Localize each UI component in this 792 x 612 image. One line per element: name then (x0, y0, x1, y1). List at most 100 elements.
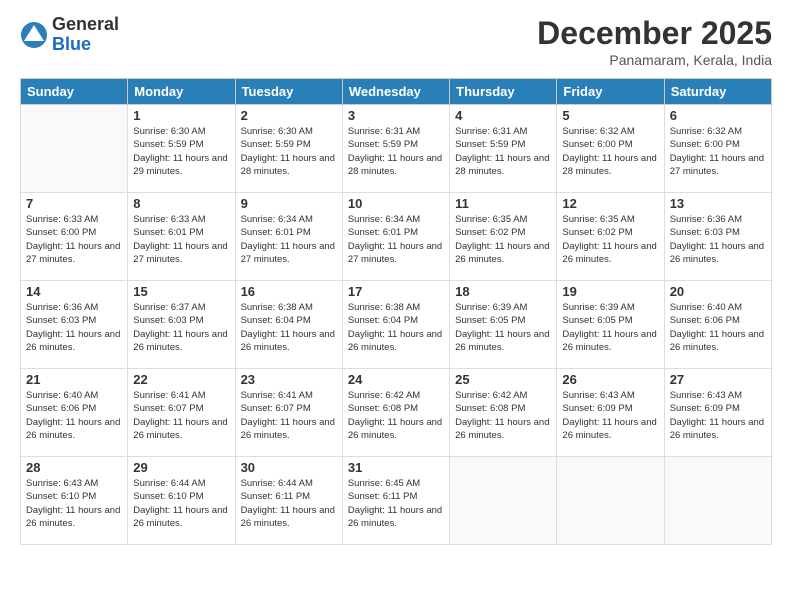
table-row: 24 Sunrise: 6:42 AMSunset: 6:08 PMDayligh… (342, 369, 449, 457)
day-info: Sunrise: 6:31 AMSunset: 5:59 PMDaylight:… (348, 125, 444, 178)
day-info: Sunrise: 6:34 AMSunset: 6:01 PMDaylight:… (241, 213, 337, 266)
day-info: Sunrise: 6:43 AMSunset: 6:09 PMDaylight:… (562, 389, 658, 442)
table-row (557, 457, 664, 545)
table-row: 30 Sunrise: 6:44 AMSunset: 6:11 PMDayligh… (235, 457, 342, 545)
day-number: 30 (241, 460, 337, 475)
table-row (21, 105, 128, 193)
day-info: Sunrise: 6:36 AMSunset: 6:03 PMDaylight:… (670, 213, 766, 266)
logo-general-text: General (52, 15, 119, 35)
day-info: Sunrise: 6:43 AMSunset: 6:09 PMDaylight:… (670, 389, 766, 442)
table-row: 7Sunrise: 6:33 AMSunset: 6:00 PMDaylight… (21, 193, 128, 281)
day-number: 16 (241, 284, 337, 299)
table-row: 2Sunrise: 6:30 AMSunset: 5:59 PMDaylight… (235, 105, 342, 193)
day-info: Sunrise: 6:42 AMSunset: 6:08 PMDaylight:… (348, 389, 444, 442)
calendar-table: Sunday Monday Tuesday Wednesday Thursday… (20, 78, 772, 545)
day-number: 12 (562, 196, 658, 211)
table-row: 20Sunrise: 6:40 AMSunset: 6:06 PMDayligh… (664, 281, 771, 369)
header-tuesday: Tuesday (235, 79, 342, 105)
day-info: Sunrise: 6:41 AMSunset: 6:07 PMDaylight:… (241, 389, 337, 442)
day-number: 15 (133, 284, 229, 299)
table-row: 29 Sunrise: 6:44 AMSunset: 6:10 PMDayligh… (128, 457, 235, 545)
day-info: Sunrise: 6:44 AMSunset: 6:10 PMDaylight:… (133, 477, 229, 530)
table-row (664, 457, 771, 545)
calendar-week-row: 21Sunrise: 6:40 AMSunset: 6:06 PMDayligh… (21, 369, 772, 457)
day-info: Sunrise: 6:38 AMSunset: 6:04 PMDaylight:… (241, 301, 337, 354)
day-number: 5 (562, 108, 658, 123)
day-number: 28 (26, 460, 122, 475)
day-info: Sunrise: 6:43 AMSunset: 6:10 PMDaylight:… (26, 477, 122, 530)
day-number: 24 (348, 372, 444, 387)
day-number: 18 (455, 284, 551, 299)
day-info: Sunrise: 6:31 AMSunset: 5:59 PMDaylight:… (455, 125, 551, 178)
table-row: 9 Sunrise: 6:34 AMSunset: 6:01 PMDaylight… (235, 193, 342, 281)
day-number: 26 (562, 372, 658, 387)
calendar-page: General Blue December 2025 Panamaram, Ke… (0, 0, 792, 612)
day-number: 9 (241, 196, 337, 211)
header-saturday: Saturday (664, 79, 771, 105)
calendar-week-row: 7Sunrise: 6:33 AMSunset: 6:00 PMDaylight… (21, 193, 772, 281)
day-info: Sunrise: 6:42 AMSunset: 6:08 PMDaylight:… (455, 389, 551, 442)
table-row: 17Sunrise: 6:38 AMSunset: 6:04 PMDayligh… (342, 281, 449, 369)
day-info: Sunrise: 6:40 AMSunset: 6:06 PMDaylight:… (26, 389, 122, 442)
day-number: 8 (133, 196, 229, 211)
table-row: 10 Sunrise: 6:34 AMSunset: 6:01 PMDayligh… (342, 193, 449, 281)
day-number: 23 (241, 372, 337, 387)
month-title: December 2025 (537, 15, 772, 52)
day-number: 31 (348, 460, 444, 475)
day-info: Sunrise: 6:44 AMSunset: 6:11 PMDaylight:… (241, 477, 337, 530)
table-row: 16 Sunrise: 6:38 AMSunset: 6:04 PMDayligh… (235, 281, 342, 369)
day-number: 2 (241, 108, 337, 123)
header-friday: Friday (557, 79, 664, 105)
table-row: 19Sunrise: 6:39 AMSunset: 6:05 PMDayligh… (557, 281, 664, 369)
logo: General Blue (20, 15, 119, 55)
table-row: 18 Sunrise: 6:39 AMSunset: 6:05 PMDayligh… (450, 281, 557, 369)
day-info: Sunrise: 6:35 AMSunset: 6:02 PMDaylight:… (455, 213, 551, 266)
table-row: 26 Sunrise: 6:43 AMSunset: 6:09 PMDayligh… (557, 369, 664, 457)
header-wednesday: Wednesday (342, 79, 449, 105)
table-row: 23 Sunrise: 6:41 AMSunset: 6:07 PMDayligh… (235, 369, 342, 457)
table-row: 21Sunrise: 6:40 AMSunset: 6:06 PMDayligh… (21, 369, 128, 457)
day-number: 13 (670, 196, 766, 211)
day-info: Sunrise: 6:39 AMSunset: 6:05 PMDaylight:… (562, 301, 658, 354)
day-number: 4 (455, 108, 551, 123)
header-thursday: Thursday (450, 79, 557, 105)
table-row: 1Sunrise: 6:30 AMSunset: 5:59 PMDaylight… (128, 105, 235, 193)
day-number: 1 (133, 108, 229, 123)
table-row: 28 Sunrise: 6:43 AMSunset: 6:10 PMDayligh… (21, 457, 128, 545)
calendar-week-row: 14Sunrise: 6:36 AMSunset: 6:03 PMDayligh… (21, 281, 772, 369)
table-row: 31 Sunrise: 6:45 AMSunset: 6:11 PMDayligh… (342, 457, 449, 545)
table-row: 11 Sunrise: 6:35 AMSunset: 6:02 PMDayligh… (450, 193, 557, 281)
table-row: 13 Sunrise: 6:36 AMSunset: 6:03 PMDayligh… (664, 193, 771, 281)
header: General Blue December 2025 Panamaram, Ke… (20, 15, 772, 68)
day-info: Sunrise: 6:39 AMSunset: 6:05 PMDaylight:… (455, 301, 551, 354)
table-row: 27 Sunrise: 6:43 AMSunset: 6:09 PMDayligh… (664, 369, 771, 457)
day-info: Sunrise: 6:32 AMSunset: 6:00 PMDaylight:… (562, 125, 658, 178)
day-info: Sunrise: 6:41 AMSunset: 6:07 PMDaylight:… (133, 389, 229, 442)
day-info: Sunrise: 6:40 AMSunset: 6:06 PMDaylight:… (670, 301, 766, 354)
day-number: 22 (133, 372, 229, 387)
table-row: 12 Sunrise: 6:35 AMSunset: 6:02 PMDayligh… (557, 193, 664, 281)
day-number: 29 (133, 460, 229, 475)
logo-blue-text: Blue (52, 35, 119, 55)
table-row: 5 Sunrise: 6:32 AMSunset: 6:00 PMDaylight… (557, 105, 664, 193)
day-info: Sunrise: 6:34 AMSunset: 6:01 PMDaylight:… (348, 213, 444, 266)
day-number: 11 (455, 196, 551, 211)
day-info: Sunrise: 6:35 AMSunset: 6:02 PMDaylight:… (562, 213, 658, 266)
table-row: 15Sunrise: 6:37 AMSunset: 6:03 PMDayligh… (128, 281, 235, 369)
day-number: 17 (348, 284, 444, 299)
day-info: Sunrise: 6:45 AMSunset: 6:11 PMDaylight:… (348, 477, 444, 530)
day-info: Sunrise: 6:32 AMSunset: 6:00 PMDaylight:… (670, 125, 766, 178)
table-row: 14Sunrise: 6:36 AMSunset: 6:03 PMDayligh… (21, 281, 128, 369)
day-number: 10 (348, 196, 444, 211)
table-row: 22 Sunrise: 6:41 AMSunset: 6:07 PMDayligh… (128, 369, 235, 457)
day-number: 27 (670, 372, 766, 387)
table-row: 4 Sunrise: 6:31 AMSunset: 5:59 PMDaylight… (450, 105, 557, 193)
table-row (450, 457, 557, 545)
logo-text: General Blue (52, 15, 119, 55)
header-sunday: Sunday (21, 79, 128, 105)
weekday-header-row: Sunday Monday Tuesday Wednesday Thursday… (21, 79, 772, 105)
day-info: Sunrise: 6:33 AMSunset: 6:00 PMDaylight:… (26, 213, 122, 266)
calendar-week-row: 1Sunrise: 6:30 AMSunset: 5:59 PMDaylight… (21, 105, 772, 193)
location: Panamaram, Kerala, India (537, 52, 772, 68)
day-info: Sunrise: 6:36 AMSunset: 6:03 PMDaylight:… (26, 301, 122, 354)
